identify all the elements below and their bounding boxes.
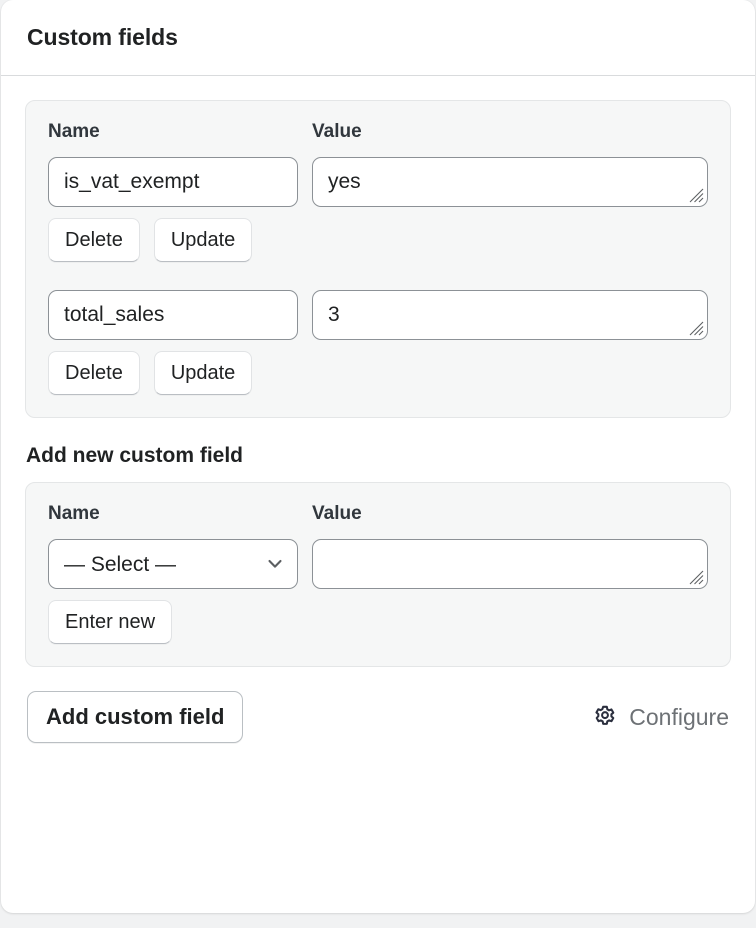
card-footer: Add custom field Configure	[1, 667, 755, 769]
page-title: Custom fields	[27, 24, 178, 50]
update-button[interactable]: Update	[153, 351, 253, 395]
field-value-textarea[interactable]	[312, 290, 708, 340]
new-field-value-column	[312, 539, 708, 589]
field-actions: Delete Update	[48, 351, 708, 395]
column-header-value: Value	[312, 121, 362, 142]
custom-field-row: Delete Update	[48, 290, 708, 395]
field-name-column	[48, 157, 298, 207]
gear-icon	[595, 705, 615, 725]
new-field-name-select[interactable]: — Select —	[48, 539, 298, 589]
custom-field-row: Delete Update	[48, 157, 708, 262]
field-value-textarea[interactable]	[312, 157, 708, 207]
existing-fields-panel: Name Value is_vat_exempt yes Delete Upda…	[25, 100, 731, 418]
field-name-input[interactable]	[48, 157, 298, 207]
existing-fields-column-headers: Name Value	[48, 121, 708, 143]
row-spacer	[48, 262, 708, 290]
column-header-name: Name	[48, 503, 100, 524]
delete-button[interactable]: Delete	[48, 218, 140, 262]
field-name-input[interactable]	[48, 290, 298, 340]
field-name-column	[48, 290, 298, 340]
configure-label: Configure	[629, 703, 729, 730]
new-field-actions: Enter new	[48, 600, 708, 644]
add-new-field-panel: Name Value — Select — Enter new	[25, 482, 731, 667]
field-actions: Delete Update	[48, 218, 708, 262]
add-custom-field-button[interactable]: Add custom field	[27, 691, 244, 743]
card-header: Custom fields	[1, 0, 755, 76]
new-field-value-textarea[interactable]	[312, 539, 708, 589]
enter-new-button[interactable]: Enter new	[48, 600, 173, 644]
column-header-value: Value	[312, 503, 362, 524]
new-field-name-column: — Select —	[48, 539, 298, 589]
add-new-section-label: Add new custom field	[26, 444, 244, 467]
configure-link[interactable]: Configure	[592, 704, 729, 731]
column-header-name: Name	[48, 121, 100, 142]
field-value-column	[312, 290, 708, 340]
update-button[interactable]: Update	[153, 218, 253, 262]
field-value-column	[312, 157, 708, 207]
delete-button[interactable]: Delete	[48, 351, 140, 395]
custom-fields-card: Custom fields Name Value is_vat_exempt y…	[1, 0, 755, 913]
add-new-column-headers: Name Value	[48, 503, 708, 525]
card-body: Name Value is_vat_exempt yes Delete Upda…	[1, 76, 755, 667]
